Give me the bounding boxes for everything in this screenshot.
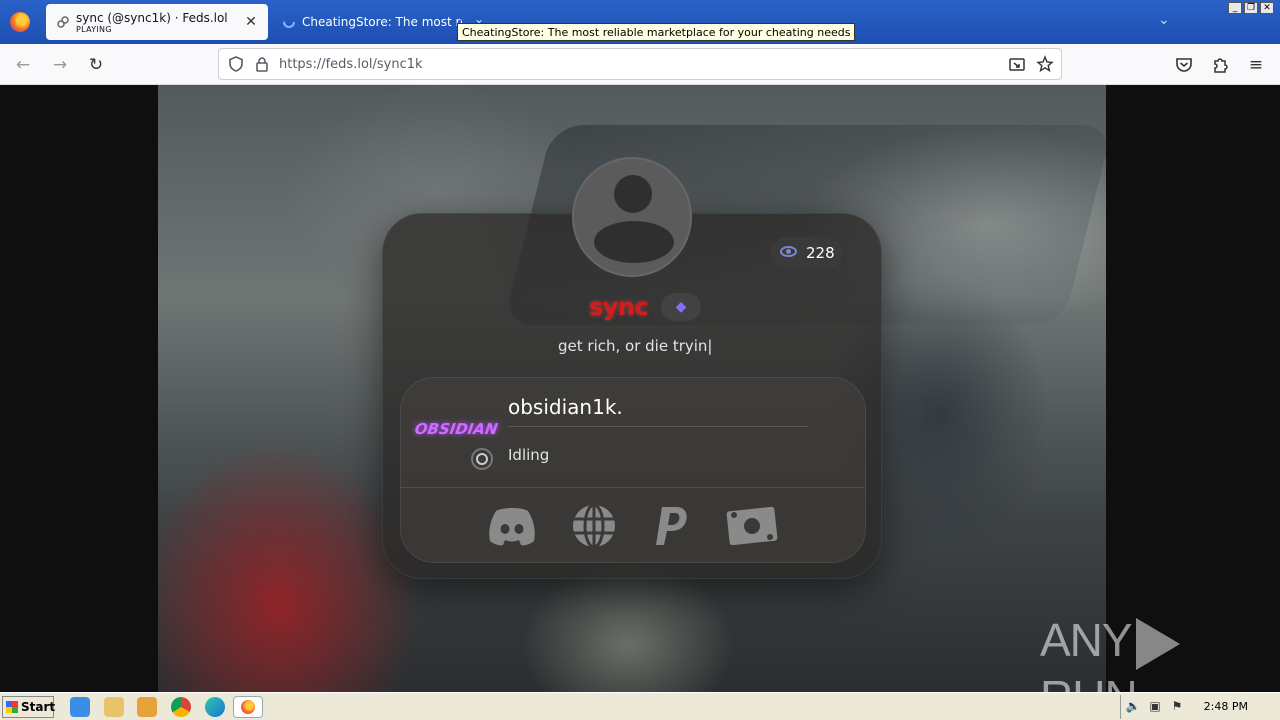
- tab-tooltip: CheatingStore: The most reliable marketp…: [457, 23, 856, 41]
- premium-badge: ◆: [661, 293, 701, 321]
- folder-icon[interactable]: [104, 697, 124, 717]
- tab-title: CheatingStore: The most reliable: [302, 15, 462, 29]
- start-button[interactable]: Start: [2, 696, 56, 718]
- edge-icon[interactable]: [205, 697, 225, 717]
- discord-username: obsidian1k.: [508, 395, 623, 419]
- network-icon[interactable]: ▣: [1147, 699, 1163, 715]
- discord-activity: Idling: [508, 446, 550, 464]
- globe-icon[interactable]: [566, 503, 622, 549]
- firefox-taskbar-button[interactable]: [233, 696, 263, 718]
- flag-icon[interactable]: ⚑: [1169, 699, 1185, 715]
- picture-in-picture-icon[interactable]: [1008, 55, 1026, 73]
- minimize-button[interactable]: _: [1228, 2, 1242, 14]
- paypal-icon[interactable]: [644, 503, 700, 549]
- status-indicator: [471, 448, 493, 470]
- watermark-right: RUN: [1040, 671, 1138, 692]
- taskbar: Start 🔈 ▣ ⚑ 2:48 PM: [0, 692, 1280, 720]
- clock: 2:48 PM: [1203, 700, 1248, 713]
- back-icon[interactable]: ←: [12, 54, 34, 76]
- volume-icon[interactable]: 🔈: [1125, 699, 1141, 715]
- tab-title: sync (@sync1k) · Feds.lol: [76, 11, 228, 25]
- discord-icon[interactable]: [484, 503, 540, 549]
- chrome-icon[interactable]: [171, 697, 191, 717]
- avatar: [572, 157, 692, 277]
- watermark-left: ANY: [1040, 614, 1133, 666]
- play-icon: [1135, 617, 1180, 670]
- view-count: 228: [806, 244, 835, 262]
- loading-icon: [283, 16, 295, 28]
- window-controls: _ ❐ ✕: [1228, 2, 1274, 14]
- cash-icon[interactable]: [724, 503, 780, 549]
- url-bar[interactable]: https://feds.lol/sync1k: [218, 48, 1062, 80]
- view-counter: 228: [771, 237, 843, 269]
- system-tray: 🔈 ▣ ⚑: [1120, 695, 1280, 719]
- windows-logo-icon: [6, 701, 18, 713]
- eye-icon: [780, 246, 797, 257]
- reload-icon[interactable]: ↻: [85, 54, 107, 76]
- nav-bar: ← → ↻ https://feds.lol/sync1k ≡: [0, 44, 1280, 85]
- avatar-head: [614, 175, 652, 213]
- firefox-icon[interactable]: [10, 12, 30, 32]
- divider: [400, 487, 864, 488]
- close-window-button[interactable]: ✕: [1260, 2, 1274, 14]
- avatar-body: [594, 221, 674, 263]
- restore-button[interactable]: ❐: [1244, 2, 1258, 14]
- lock-icon[interactable]: [253, 55, 271, 73]
- menu-icon[interactable]: ≡: [1245, 54, 1267, 76]
- close-tab-icon[interactable]: ✕: [242, 13, 260, 31]
- tab-bar: sync (@sync1k) · Feds.lol PLAYING ✕ Chea…: [0, 0, 1280, 44]
- start-label: Start: [21, 700, 56, 714]
- bookmark-star-icon[interactable]: [1036, 55, 1054, 73]
- shield-icon[interactable]: [227, 55, 245, 73]
- diamond-icon: ◆: [675, 299, 687, 315]
- discord-avatar: OBSIDIAN: [413, 420, 499, 438]
- pocket-icon[interactable]: [1173, 54, 1195, 76]
- url-text[interactable]: https://feds.lol/sync1k: [279, 57, 423, 72]
- discord-presence-card: [400, 377, 866, 563]
- username-underline: [508, 426, 808, 427]
- media-player-icon[interactable]: [137, 697, 157, 717]
- extensions-icon[interactable]: [1209, 54, 1231, 76]
- profile-bio: get rich, or die tryin|: [558, 337, 713, 355]
- profile-name: sync: [589, 293, 649, 321]
- tab-playing-label: PLAYING: [76, 25, 112, 34]
- anyrun-watermark: ANY RUN: [1040, 613, 1280, 692]
- list-all-tabs-icon[interactable]: ⌄: [1158, 12, 1170, 28]
- link-icon: [57, 16, 69, 28]
- tab-feds[interactable]: sync (@sync1k) · Feds.lol PLAYING ✕: [46, 4, 268, 40]
- ie-icon[interactable]: [70, 697, 90, 717]
- forward-icon[interactable]: →: [49, 54, 71, 76]
- firefox-icon: [241, 700, 255, 714]
